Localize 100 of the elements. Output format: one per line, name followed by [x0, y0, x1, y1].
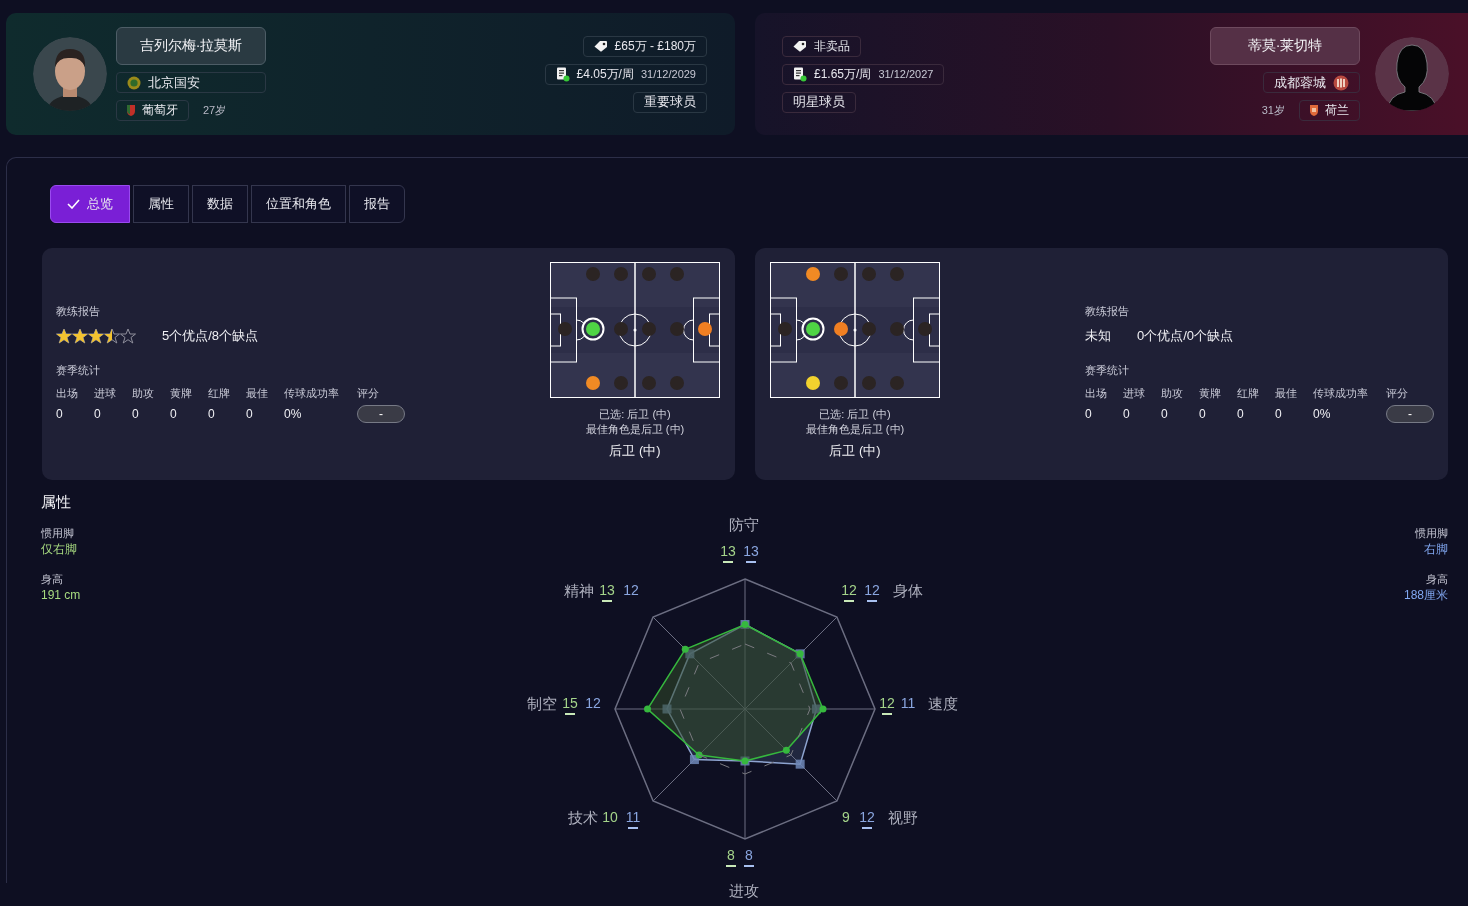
stat-value: 0	[1275, 406, 1283, 423]
season-stats-label: 赛季统计	[1085, 363, 1130, 378]
stat-value: 0	[94, 406, 102, 423]
best-role: 最佳角色是后卫 (中)	[585, 422, 685, 437]
stat-value: 0	[1085, 406, 1093, 423]
nationality: 荷兰	[1325, 102, 1349, 119]
stat-header: 最佳	[246, 385, 269, 401]
club-badge-icon	[1333, 74, 1349, 91]
field-label: 身高	[41, 572, 64, 587]
axis-label: 速度	[927, 694, 958, 712]
club-name: 北京国安	[148, 73, 200, 92]
attribute-score: 12	[858, 809, 875, 829]
axis-label: 视野	[887, 808, 918, 826]
season-stats-label: 赛季统计	[56, 363, 101, 378]
stat-value: 0	[1237, 406, 1245, 423]
attribute-score: 8	[725, 847, 736, 867]
stat-value: 0	[1199, 406, 1207, 423]
stat-header: 黄牌	[1199, 385, 1222, 401]
flag-icon	[127, 105, 135, 116]
stat-header: 黄牌	[170, 385, 193, 401]
star-icon	[120, 328, 136, 344]
contract-icon	[555, 66, 570, 82]
field-label: 惯用脚	[41, 526, 75, 541]
squad-status: 重要球员	[633, 91, 707, 113]
axis-label: 精神	[563, 581, 594, 599]
stat-header: 传球成功率	[284, 385, 340, 401]
stat-value: 0	[132, 406, 140, 423]
star-icon	[72, 328, 88, 344]
star-icon	[104, 328, 120, 344]
stat-header: 助攻	[1161, 385, 1184, 401]
contract-end-date: 31/12/2027	[878, 68, 934, 80]
flag-icon	[1310, 105, 1318, 116]
stat-header: 红牌	[208, 385, 231, 401]
rating-value: -	[357, 405, 405, 423]
stat-header: 助攻	[132, 385, 155, 401]
tab[interactable]: 总览	[50, 185, 130, 223]
contract-icon	[793, 66, 807, 82]
stat-value: 0	[1123, 406, 1131, 423]
attribute-score: 11	[900, 695, 915, 711]
player-name: 吉列尔梅·拉莫斯	[116, 27, 266, 65]
stat-value: 0	[208, 406, 216, 423]
coach-verdict: 未知	[1085, 327, 1111, 345]
attribute-score: 15	[561, 695, 578, 715]
nationality: 葡萄牙	[142, 102, 178, 119]
preferred-foot: 右脚	[1424, 541, 1448, 557]
stat-header: 进球	[94, 385, 117, 401]
coach-report-label: 教练报告	[56, 304, 101, 319]
tag-icon	[593, 40, 608, 52]
selected-role: 已选: 后卫 (中)	[819, 407, 891, 422]
attribute-score: 8	[743, 847, 754, 867]
selected-role: 已选: 后卫 (中)	[599, 407, 671, 422]
stat-header: 评分	[357, 385, 380, 401]
axis-label: 身体	[892, 581, 923, 599]
attribute-score: 12	[840, 582, 857, 602]
stat-value: 0%	[284, 406, 303, 423]
club-name: 成都蓉城	[1274, 73, 1326, 92]
player-name: 蒂莫·莱切特	[1210, 27, 1360, 65]
attribute-score: 12	[878, 695, 895, 715]
attribute-score: 12	[584, 695, 601, 711]
attribute-score: 9	[841, 809, 850, 825]
player-age: 27岁	[203, 103, 227, 118]
section-title: 属性	[41, 493, 72, 511]
check-icon	[67, 199, 80, 209]
tab[interactable]: 属性	[133, 185, 189, 223]
attribute-score: 10	[601, 809, 618, 825]
stat-value: 0	[1161, 406, 1169, 423]
stat-header: 出场	[1085, 385, 1108, 401]
tab[interactable]: 位置和角色	[251, 185, 346, 223]
stat-value: 0%	[1313, 406, 1332, 423]
player-age: 31岁	[1261, 103, 1285, 118]
contract-end-date: 31/12/2029	[640, 68, 696, 80]
transfer-value: 非卖品	[814, 37, 850, 55]
tag-icon	[793, 40, 807, 52]
squad-status: 明星球员	[782, 91, 856, 113]
transfer-value: £65万 - £180万	[614, 37, 696, 55]
axis-label: 技术	[567, 808, 598, 826]
axis-label: 进攻	[728, 881, 759, 899]
attribute-score: 12	[622, 582, 639, 598]
axis-label: 防守	[728, 515, 759, 533]
tab[interactable]: 数据	[192, 185, 248, 223]
stat-value: 0	[56, 406, 64, 423]
attribute-score: 13	[742, 543, 759, 563]
position-name: 后卫 (中)	[609, 442, 661, 460]
player-height: 191 cm	[41, 587, 82, 603]
attribute-score: 13	[598, 582, 615, 602]
attribute-score: 13	[719, 543, 736, 563]
strengths-summary: 5个优点/8个缺点	[162, 327, 259, 345]
coach-report-label: 教练报告	[1085, 304, 1130, 319]
field-label: 惯用脚	[1415, 526, 1448, 541]
attribute-score: 12	[863, 582, 880, 602]
tab[interactable]: 报告	[349, 185, 405, 223]
club-badge-icon	[127, 75, 141, 90]
stat-header: 出场	[56, 385, 79, 401]
strengths-summary: 0个优点/0个缺点	[1137, 327, 1234, 345]
stat-header: 传球成功率	[1313, 385, 1369, 401]
rating-value: -	[1386, 405, 1434, 423]
stat-value: 0	[246, 406, 254, 423]
position-name: 后卫 (中)	[829, 442, 881, 460]
stat-header: 红牌	[1237, 385, 1260, 401]
attribute-score: 11	[625, 809, 640, 829]
